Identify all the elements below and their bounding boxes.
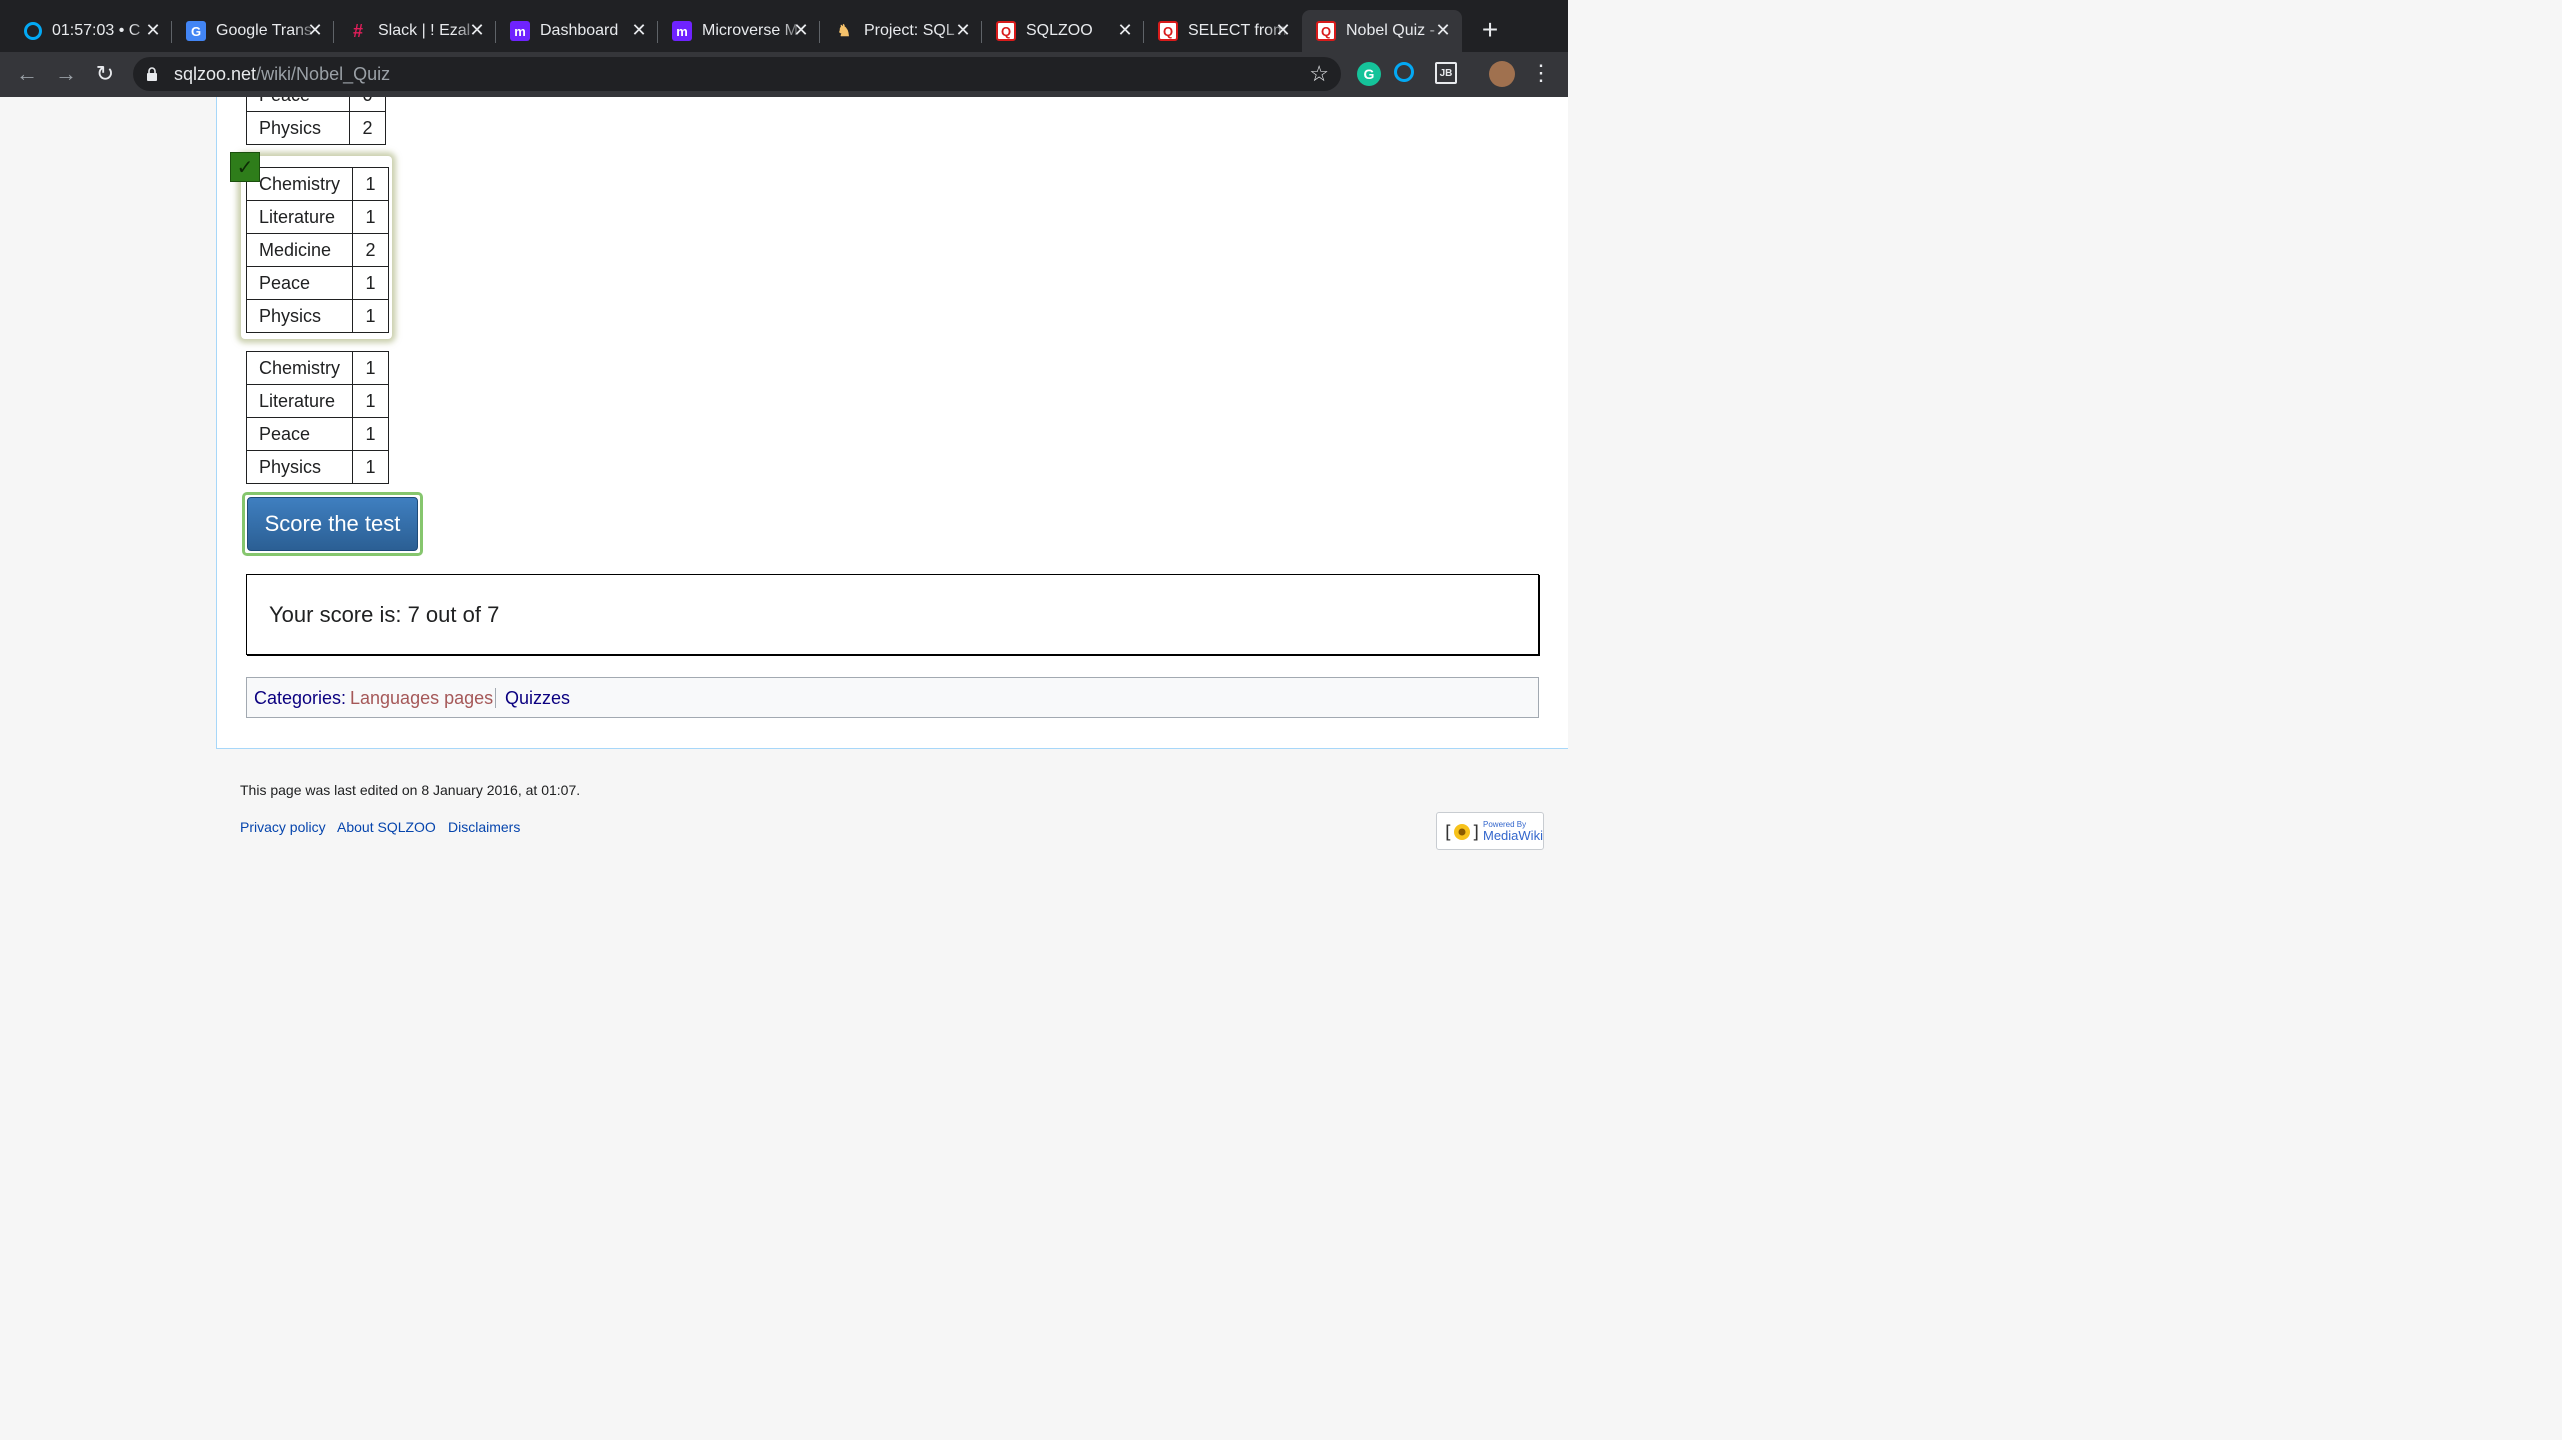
tab-nobel-quiz[interactable]: Q Nobel Quiz - ✕ — [1302, 10, 1462, 52]
score-result-box: Your score is: 7 out of 7 — [246, 574, 1539, 655]
microverse-icon: m — [510, 21, 530, 41]
count-cell: 1 — [352, 266, 390, 300]
subject-cell: Literature — [245, 200, 354, 234]
count-cell: 1 — [352, 450, 390, 484]
sqlzoo-icon: Q — [996, 21, 1016, 41]
page-viewport: Peace 0 Physics 2 Chemistry 1 Literature… — [0, 97, 1568, 881]
url-text: sqlzoo.net/wiki/Nobel_Quiz — [174, 64, 391, 84]
close-tab-icon[interactable]: ✕ — [1432, 19, 1454, 41]
close-tab-icon[interactable]: ✕ — [1114, 19, 1136, 41]
jb-extension-icon[interactable]: JB — [1435, 62, 1457, 84]
last-edited-text: This page was last edited on 8 January 2… — [240, 782, 581, 798]
google-translate-icon: G — [186, 21, 206, 41]
table-row: Peace 1 — [245, 417, 390, 451]
reload-icon[interactable]: ↻ — [91, 60, 119, 88]
answer-option-table[interactable]: Chemistry 1 Literature 1 Peace 1 Physics… — [245, 351, 390, 484]
count-cell: 0 — [349, 97, 386, 112]
close-tab-icon[interactable]: ✕ — [304, 19, 326, 41]
count-cell: 1 — [352, 299, 390, 333]
powered-by-mediawiki-badge[interactable]: [ ] Powered By MediaWiki — [1436, 812, 1544, 850]
tab-title: 01:57:03 • C — [52, 22, 141, 39]
category-quizzes-link[interactable]: Quizzes — [505, 688, 570, 709]
subject-cell: Chemistry — [245, 167, 354, 201]
close-tab-icon[interactable]: ✕ — [142, 19, 164, 41]
table-row: Physics 1 — [245, 450, 390, 484]
clockify-extension-icon[interactable] — [1394, 62, 1414, 82]
tab-dashboard[interactable]: m Dashboard ✕ — [496, 10, 658, 52]
categories-label[interactable]: Categories: — [254, 688, 346, 709]
tab-project-sql[interactable]: ♞ Project: SQL ✕ — [820, 10, 982, 52]
table-row: Physics 1 — [245, 299, 390, 333]
subject-cell: Chemistry — [245, 351, 354, 385]
tab-select-from[interactable]: Q SELECT from ✕ — [1144, 10, 1302, 52]
table-row: Medicine 2 — [245, 233, 390, 267]
correct-check-icon: ✓ — [230, 152, 260, 182]
table-row: Literature 1 — [245, 200, 390, 234]
tab-google-translate[interactable]: G Google Trans ✕ — [172, 10, 334, 52]
profile-avatar[interactable] — [1489, 61, 1515, 87]
subject-cell: Peace — [246, 97, 350, 112]
answer-option-table: Peace 0 Physics 2 — [246, 97, 386, 145]
tab-slack[interactable]: # Slack | ! Ezal ✕ — [334, 10, 496, 52]
privacy-policy-link[interactable]: Privacy policy — [240, 819, 326, 835]
bookmark-star-icon[interactable]: ☆ — [1309, 61, 1329, 87]
subject-cell: Physics — [246, 111, 350, 145]
category-languages-pages-link[interactable]: Languages pages — [350, 688, 493, 709]
project-icon: ♞ — [836, 23, 852, 40]
tab-clockify[interactable]: 01:57:03 • C ✕ — [10, 10, 172, 52]
new-tab-button[interactable]: + — [1474, 14, 1506, 46]
tab-microverse[interactable]: m Microverse M ✕ — [658, 10, 820, 52]
grammarly-icon[interactable]: G — [1357, 62, 1381, 86]
close-tab-icon[interactable]: ✕ — [790, 19, 812, 41]
table-row: Physics 2 — [246, 111, 386, 145]
disclaimers-link[interactable]: Disclaimers — [448, 819, 520, 835]
forward-arrow-icon[interactable]: → — [52, 60, 80, 88]
table-row: Chemistry 1 — [245, 351, 390, 385]
close-tab-icon[interactable]: ✕ — [466, 19, 488, 41]
svg-text:[: [ — [1445, 822, 1452, 843]
count-cell: 1 — [352, 351, 390, 385]
tab-sqlzoo[interactable]: Q SQLZOO ✕ — [982, 10, 1144, 52]
subject-cell: Peace — [245, 266, 354, 300]
subject-cell: Physics — [245, 299, 354, 333]
close-tab-icon[interactable]: ✕ — [952, 19, 974, 41]
mediawiki-flower-icon: [ ] — [1445, 822, 1479, 843]
close-tab-icon[interactable]: ✕ — [1272, 19, 1294, 41]
sqlzoo-icon: Q — [1316, 21, 1336, 41]
subject-cell: Medicine — [245, 233, 354, 267]
lock-icon — [147, 67, 157, 81]
address-bar[interactable]: sqlzoo.net/wiki/Nobel_Quiz ☆ — [133, 57, 1341, 91]
count-cell: 1 — [352, 417, 390, 451]
subject-cell: Literature — [245, 384, 354, 418]
svg-text:]: ] — [1472, 822, 1479, 843]
table-row: Literature 1 — [245, 384, 390, 418]
count-cell: 1 — [352, 384, 390, 418]
browser-toolbar: ← → ↻ sqlzoo.net/wiki/Nobel_Quiz ☆ G JB … — [0, 52, 1568, 97]
table-row: Chemistry 1 — [245, 167, 390, 201]
category-links: Categories: Languages pages Quizzes — [246, 677, 1539, 718]
back-arrow-icon[interactable]: ← — [13, 60, 41, 88]
close-tab-icon[interactable]: ✕ — [628, 19, 650, 41]
browser-menu-icon[interactable]: ⋮ — [1530, 60, 1552, 86]
badge-main-text: MediaWiki — [1483, 828, 1543, 843]
clockify-icon — [24, 22, 42, 40]
subject-cell: Physics — [245, 450, 354, 484]
count-cell: 1 — [352, 167, 390, 201]
sqlzoo-icon: Q — [1158, 21, 1178, 41]
microverse-icon: m — [672, 21, 692, 41]
count-cell: 2 — [352, 233, 390, 267]
answer-option-table-selected[interactable]: Chemistry 1 Literature 1 Medicine 2 Peac… — [245, 167, 390, 333]
table-row: Peace 1 — [245, 266, 390, 300]
browser-tab-strip: 01:57:03 • C ✕ G Google Trans ✕ # Slack … — [0, 0, 1568, 52]
score-button-focus-ring: Score the test — [242, 492, 423, 556]
category-divider — [495, 688, 496, 708]
count-cell: 2 — [349, 111, 386, 145]
count-cell: 1 — [352, 200, 390, 234]
about-link[interactable]: About SQLZOO — [337, 819, 436, 835]
table-row: Peace 0 — [246, 97, 386, 112]
score-text: Your score is: 7 out of 7 — [269, 602, 500, 627]
subject-cell: Peace — [245, 417, 354, 451]
slack-icon: # — [352, 20, 363, 41]
score-test-button[interactable]: Score the test — [247, 497, 418, 551]
